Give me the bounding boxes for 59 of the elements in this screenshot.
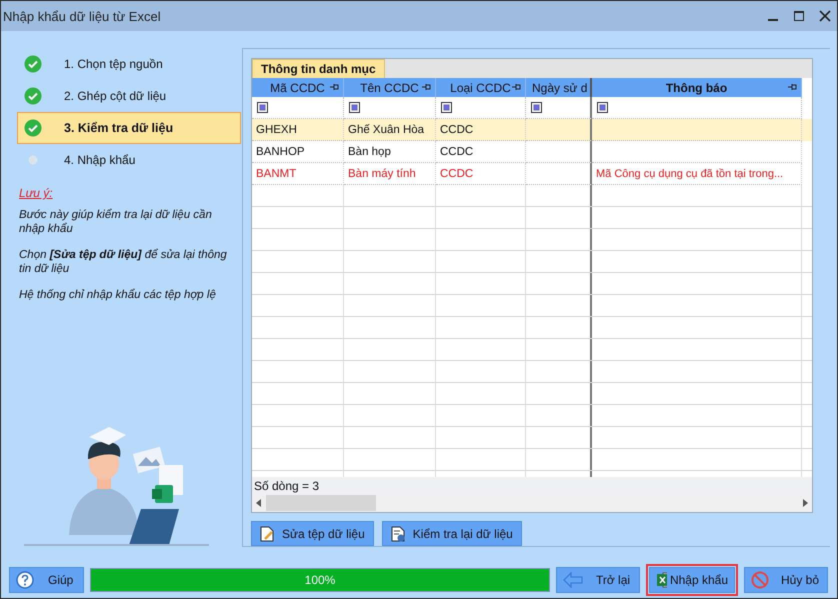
filter-icon[interactable] xyxy=(531,102,542,113)
note-text: Bước này giúp kiểm tra lại dữ liệu cần nhập khẩu xyxy=(19,208,213,236)
grid-tab[interactable]: Thông tin danh mục xyxy=(252,59,385,78)
window-title: Nhập khẩu dữ liệu từ Excel xyxy=(3,8,162,24)
help-button[interactable]: Giúp xyxy=(9,567,84,593)
filter-icon[interactable] xyxy=(597,102,608,113)
left-arrow-icon xyxy=(563,572,583,588)
nav-button[interactable]: Nhập khẩu xyxy=(649,567,735,593)
document-pencil-icon xyxy=(260,526,274,542)
close-icon[interactable] xyxy=(819,10,831,22)
note-text: Chọn [Sửa tệp dữ liệu] để sửa lại thông tin dữ liệu xyxy=(19,248,228,276)
table-cell: CCDC xyxy=(436,141,526,163)
action-button[interactable]: Sửa tệp dữ liệu xyxy=(251,521,374,546)
column-header[interactable]: Ngày sử d xyxy=(526,78,592,97)
column-header[interactable]: Mã CCDC xyxy=(252,78,344,97)
filter-icon[interactable] xyxy=(349,102,360,113)
step-item[interactable]: 3. Kiểm tra dữ liệu xyxy=(17,112,241,144)
table-cell xyxy=(526,119,592,141)
pin-icon[interactable] xyxy=(788,83,797,91)
table-cell: GHEXH xyxy=(252,119,344,141)
column-header[interactable]: Thông báo xyxy=(592,78,802,97)
horizontal-scrollbar[interactable] xyxy=(252,494,812,512)
table-cell: Ghế Xuân Hòa xyxy=(344,119,436,141)
check-circle-icon xyxy=(24,55,42,73)
note-title: Lưu ý: xyxy=(19,186,54,200)
filter-icon[interactable] xyxy=(441,102,452,113)
document-check-icon xyxy=(390,526,405,542)
help-icon xyxy=(16,571,34,589)
step-item[interactable]: 1. Chọn tệp nguồn xyxy=(17,48,241,80)
step-item[interactable]: 2. Ghép cột dữ liệu xyxy=(17,80,241,112)
nav-button[interactable]: Hủy bỏ xyxy=(744,567,828,593)
prohibited-icon xyxy=(751,571,769,589)
table-cell: CCDC xyxy=(436,163,526,185)
pin-icon[interactable] xyxy=(330,83,339,91)
scroll-left-icon[interactable] xyxy=(256,499,262,507)
check-circle-icon xyxy=(24,87,42,105)
scroll-right-icon[interactable] xyxy=(802,499,808,507)
pin-icon[interactable] xyxy=(512,83,521,91)
row-count: Số dòng = 3 xyxy=(254,478,320,492)
table-cell: BANMT xyxy=(252,163,344,185)
table-cell: Bàn máy tính xyxy=(344,163,436,185)
table-cell: BANHOP xyxy=(252,141,344,163)
maximize-icon[interactable] xyxy=(793,10,805,22)
pin-icon[interactable] xyxy=(422,83,431,91)
table-cell xyxy=(526,163,592,185)
action-button[interactable]: Kiểm tra lại dữ liệu xyxy=(382,521,522,546)
nav-button[interactable]: Trở lại xyxy=(556,567,640,593)
note-text: Hệ thống chỉ nhập khẩu các tệp hợp lệ xyxy=(19,288,217,302)
column-header[interactable]: Loại CCDC xyxy=(436,78,526,97)
check-circle-icon xyxy=(24,119,42,137)
spreadsheet-icon xyxy=(656,572,667,588)
table-cell: CCDC xyxy=(436,119,526,141)
progress-reading: 100% xyxy=(304,573,336,587)
step-item[interactable]: 4. Nhập khẩu xyxy=(17,144,241,176)
filter-icon[interactable] xyxy=(257,102,268,113)
column-header[interactable]: Tên CCDC xyxy=(344,78,436,97)
table-cell xyxy=(526,141,592,163)
table-cell: Bàn họp xyxy=(344,141,436,163)
table-cell: Mã Công cụ dụng cụ đã tồn tại trong... xyxy=(592,163,802,185)
